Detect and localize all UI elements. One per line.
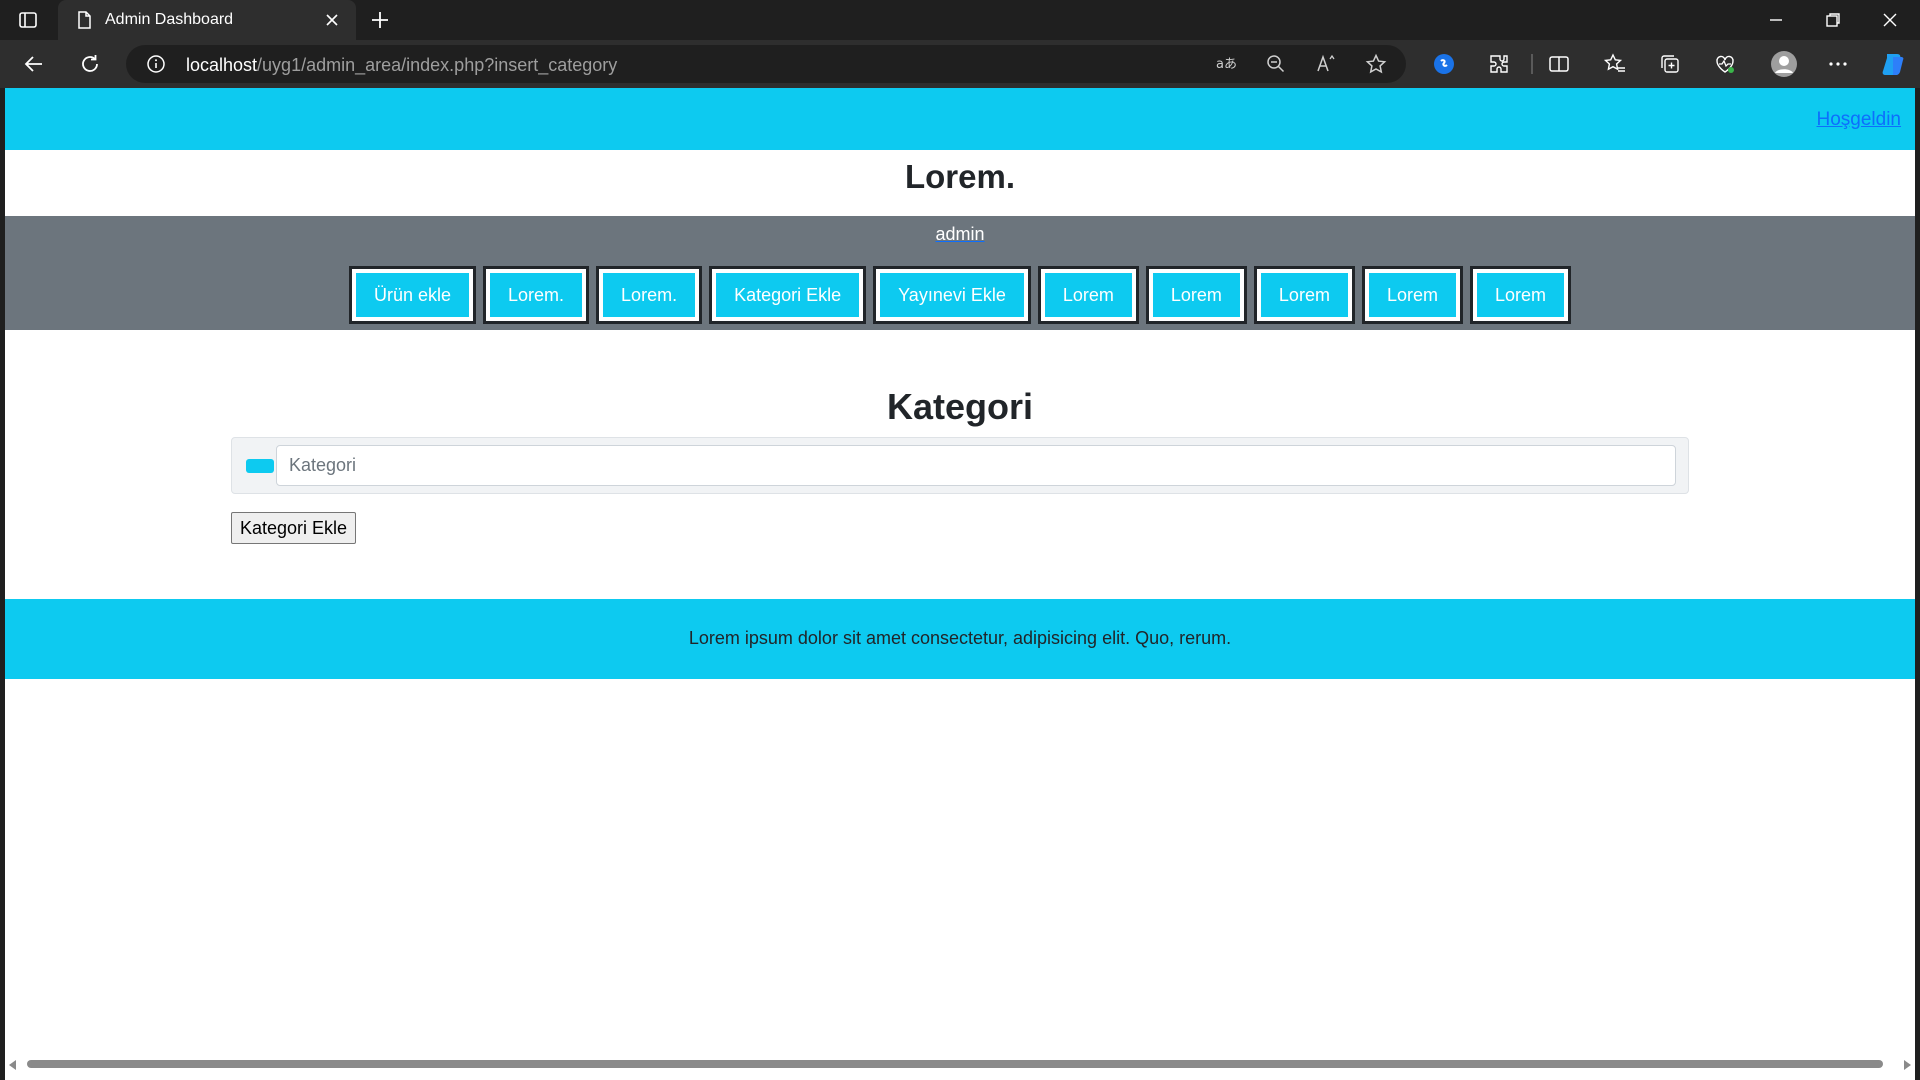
nav-button-label: Lorem: [1260, 273, 1348, 317]
extensions-icon[interactable]: [1487, 52, 1511, 76]
site-title: Lorem.: [904, 158, 1016, 195]
translate-icon[interactable]: aあ: [1215, 53, 1237, 75]
footer: Lorem ipsum dolor sit amet consectetur, …: [5, 599, 1915, 679]
nav-button-label: Lorem.: [603, 273, 696, 317]
insert-category-button[interactable]: Kategori Ekle: [231, 512, 357, 544]
favorites-icon[interactable]: [1603, 52, 1627, 76]
read-aloud-icon[interactable]: [1315, 53, 1337, 75]
browser-tab-active[interactable]: Admin Dashboard: [58, 0, 356, 40]
nav-button-lorem-5[interactable]: Lorem: [1253, 266, 1355, 324]
input-prefix-icon: [246, 459, 274, 473]
more-icon[interactable]: [1826, 52, 1850, 76]
welcome-link[interactable]: Hoşgeldin: [1817, 109, 1902, 131]
admin-user-label: admin: [5, 224, 1915, 245]
horizontal-scrollbar[interactable]: [5, 1056, 1915, 1072]
reload-icon[interactable]: [78, 52, 102, 76]
nav-button-label: Lorem: [1476, 273, 1565, 317]
page-viewport: Hoşgeldin Lorem. admin Ürün ekle Lorem. …: [5, 88, 1915, 1080]
category-input[interactable]: [276, 445, 1676, 486]
category-input-group: [231, 437, 1689, 494]
nav-button-urun-ekle[interactable]: Ürün ekle: [348, 266, 477, 324]
minimize-icon[interactable]: [1764, 8, 1788, 32]
nav-button-label: Kategori Ekle: [716, 273, 860, 317]
close-icon[interactable]: [322, 10, 342, 30]
nav-button-label: Ürün ekle: [355, 273, 470, 317]
nav-button-label: Yayınevi Ekle: [880, 273, 1024, 317]
nav-button-label: Lorem: [1368, 273, 1456, 317]
url-host: localhost: [186, 55, 258, 75]
collections-icon[interactable]: [1658, 52, 1682, 76]
browser-tab-bar: Admin Dashboard: [0, 0, 1920, 40]
plus-icon[interactable]: [368, 8, 392, 32]
profile-icon[interactable]: [1770, 50, 1798, 78]
back-icon[interactable]: [22, 52, 46, 76]
split-screen-icon[interactable]: [1547, 52, 1571, 76]
toolbar-divider: [1531, 54, 1533, 74]
document-icon: [74, 10, 94, 30]
nav-button-lorem-7[interactable]: Lorem: [1469, 266, 1572, 324]
nav-button-yayinevi-ekle[interactable]: Yayınevi Ekle: [873, 266, 1031, 324]
shazam-icon[interactable]: [1432, 52, 1456, 76]
scrollbar-thumb[interactable]: [27, 1060, 1883, 1068]
page-heading: Kategori: [886, 386, 1034, 427]
scroll-left-icon[interactable]: [9, 1060, 16, 1070]
tab-title: Admin Dashboard: [105, 11, 234, 28]
nav-button-lorem-6[interactable]: Lorem: [1361, 266, 1463, 324]
sidebar-icon[interactable]: [18, 10, 38, 30]
favorite-star-icon[interactable]: [1365, 53, 1387, 75]
nav-button-label: Lorem: [1152, 273, 1240, 317]
performance-icon[interactable]: [1713, 52, 1737, 76]
url-text[interactable]: localhost/uyg1/admin_area/index.php?inse…: [186, 55, 617, 76]
admin-username[interactable]: admin: [935, 224, 984, 244]
nav-button-lorem-2[interactable]: Lorem.: [596, 266, 703, 324]
address-bar[interactable]: localhost/uyg1/admin_area/index.php?inse…: [126, 45, 1406, 83]
nav-button-lorem-4[interactable]: Lorem: [1145, 266, 1247, 324]
footer-text: Lorem ipsum dolor sit amet consectetur, …: [688, 628, 1232, 648]
nav-button-lorem-1[interactable]: Lorem.: [483, 266, 590, 324]
nav-button-label: Lorem: [1044, 273, 1132, 317]
scroll-right-icon[interactable]: [1904, 1060, 1911, 1070]
top-navbar: Hoşgeldin: [5, 88, 1915, 150]
svg-text:aあ: aあ: [1216, 57, 1237, 72]
nav-button-lorem-3[interactable]: Lorem: [1037, 266, 1139, 324]
admin-nav-bar: admin Ürün ekle Lorem. Lorem. Kategori E…: [5, 216, 1915, 330]
info-icon[interactable]: [146, 54, 166, 74]
copilot-icon[interactable]: [1879, 50, 1907, 78]
nav-button-kategori-ekle[interactable]: Kategori Ekle: [709, 266, 867, 324]
zoom-out-icon[interactable]: [1265, 53, 1287, 75]
nav-button-row: Ürün ekle Lorem. Lorem. Kategori Ekle Ya…: [5, 266, 1915, 324]
browser-toolbar: localhost/uyg1/admin_area/index.php?inse…: [0, 40, 1920, 88]
restore-icon[interactable]: [1821, 8, 1845, 32]
nav-button-label: Lorem.: [490, 273, 583, 317]
url-path: /uyg1/admin_area/index.php?insert_catego…: [257, 55, 618, 75]
close-window-icon[interactable]: [1878, 8, 1902, 32]
